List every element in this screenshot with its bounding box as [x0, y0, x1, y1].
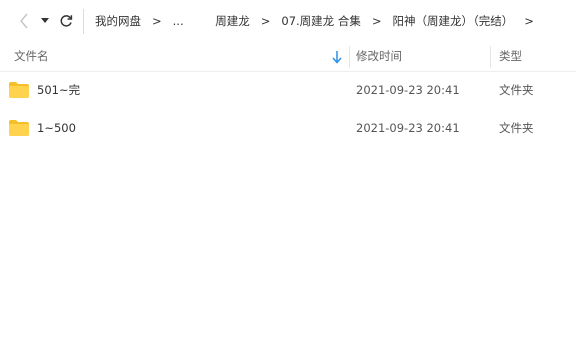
toolbar-divider [83, 9, 84, 34]
chevron-left-icon [20, 13, 28, 29]
back-button[interactable] [14, 8, 34, 34]
breadcrumb-item-ellipsis[interactable]: ... [171, 14, 186, 28]
column-header-name[interactable]: 文件名 [14, 42, 49, 71]
file-modified: 2021-09-23 20:41 [356, 121, 460, 135]
file-type: 文件夹 [499, 121, 534, 135]
column-header-type[interactable]: 类型 [499, 42, 522, 71]
file-row[interactable]: 501~完 2021-09-23 20:41 文件夹 [0, 71, 576, 109]
refresh-icon [60, 15, 73, 27]
column-header-modified[interactable]: 修改时间 [356, 42, 402, 71]
breadcrumb-separator: > [260, 14, 271, 28]
folder-icon [9, 120, 29, 136]
breadcrumb: 我的网盘 > ... > 周建龙 > 07.周建龙 合集 > 阳神（周建龙）（完… [93, 0, 543, 42]
column-divider[interactable] [349, 46, 350, 68]
column-header-row: 文件名 修改时间 类型 [0, 42, 576, 72]
breadcrumb-item-collection[interactable]: 07.周建龙 合集 [279, 13, 362, 29]
history-dropdown-button[interactable] [37, 8, 53, 34]
folder-icon [9, 82, 29, 98]
refresh-button[interactable] [56, 8, 76, 34]
arrow-down-icon[interactable] [331, 50, 343, 64]
file-modified: 2021-09-23 20:41 [356, 83, 460, 97]
breadcrumb-separator: > [371, 14, 382, 28]
caret-down-icon [41, 18, 49, 23]
column-divider[interactable] [490, 46, 491, 68]
toolbar: 我的网盘 > ... > 周建龙 > 07.周建龙 合集 > 阳神（周建龙）（完… [0, 0, 576, 42]
breadcrumb-item-root[interactable]: 我的网盘 [93, 13, 143, 29]
breadcrumb-separator: > [524, 14, 534, 28]
file-row[interactable]: 1~500 2021-09-23 20:41 文件夹 [0, 109, 576, 147]
file-name[interactable]: 501~完 [37, 71, 80, 109]
file-type: 文件夹 [499, 83, 534, 97]
breadcrumb-item-author[interactable]: 周建龙 [213, 13, 252, 29]
breadcrumb-item-current[interactable]: 阳神（周建龙）（完结） [390, 13, 515, 29]
file-name[interactable]: 1~500 [37, 109, 76, 147]
breadcrumb-separator: > [152, 14, 162, 28]
